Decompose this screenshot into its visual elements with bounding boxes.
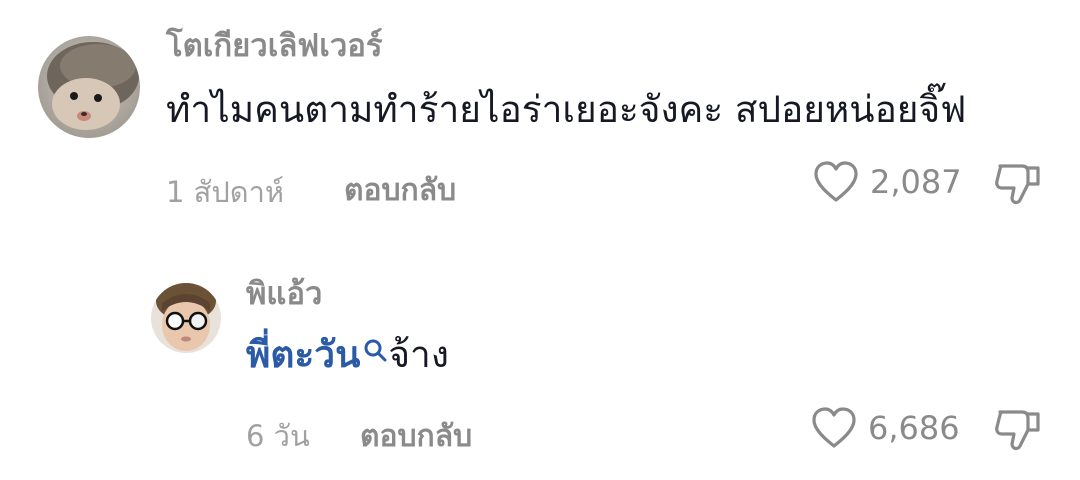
dislike-button[interactable] — [992, 406, 1044, 454]
heart-outline-icon — [814, 161, 858, 202]
person-with-glasses-avatar-icon — [151, 283, 221, 353]
reply-text-content: จ้าง — [388, 333, 449, 376]
comment-text: ทำไมคนตามทำร้ายไอร่าเยอะจังคะ สปอยหน่อยจ… — [166, 88, 967, 131]
comment-timestamp: 1 สัปดาห์ — [166, 175, 285, 209]
avatar[interactable] — [151, 283, 221, 353]
dislike-button[interactable] — [992, 160, 1044, 208]
reply-button[interactable]: ตอบกลับ — [360, 422, 472, 452]
hedgehog-avatar-icon — [38, 36, 140, 138]
thumbs-down-outline-icon — [995, 410, 1040, 451]
like-count: 2,087 — [870, 163, 962, 201]
reply-timestamp: 6 วัน — [246, 419, 310, 453]
comment-username[interactable]: โตเกียวเลิฟเวอร์ — [166, 31, 383, 62]
reply-button[interactable]: ตอบกลับ — [344, 176, 456, 206]
comment-item: โตเกียวเลิฟเวอร์ ทำไมคนตามทำร้ายไอร่าเยอ… — [0, 0, 1080, 230]
mention-link[interactable]: พี่ตะวัน — [246, 333, 360, 376]
like-count: 6,686 — [868, 409, 960, 447]
like-button[interactable] — [810, 406, 858, 450]
heart-outline-icon — [812, 407, 856, 448]
avatar[interactable] — [38, 36, 140, 138]
reply-username[interactable]: พิแอ้ว — [246, 279, 322, 310]
reply-text: พี่ตะวัน จ้าง — [246, 336, 449, 373]
like-button[interactable] — [812, 160, 860, 204]
reply-item: พิแอ้ว พี่ตะวัน จ้าง 6 วัน ตอบกลับ 6,686 — [0, 230, 1080, 480]
thumbs-down-outline-icon — [995, 164, 1040, 205]
search-icon[interactable] — [362, 332, 388, 369]
